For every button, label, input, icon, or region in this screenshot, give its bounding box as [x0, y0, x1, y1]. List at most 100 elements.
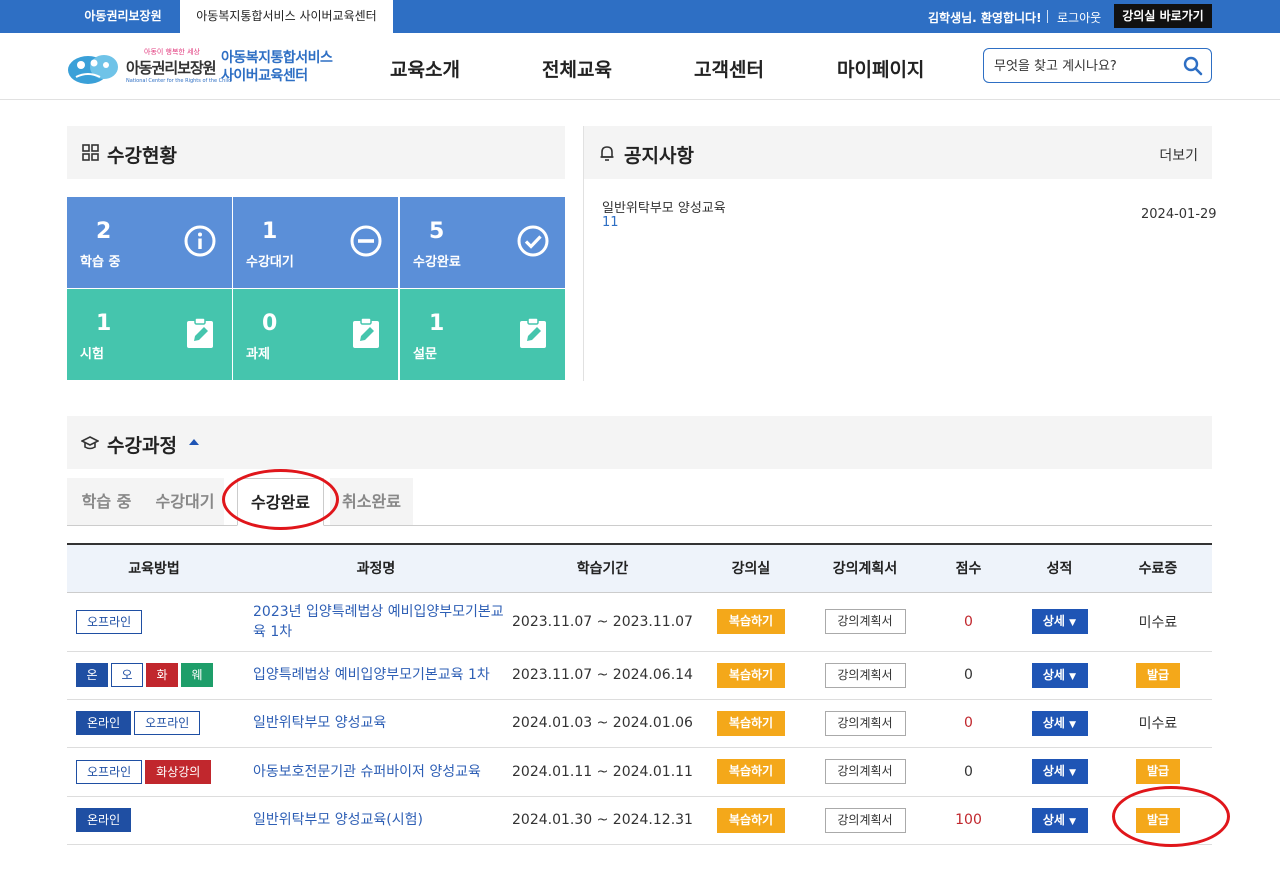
method-tag: 온 [76, 663, 108, 687]
status-title: 수강현황 [107, 145, 177, 167]
method-cell: 오프라인 화상강의 [67, 747, 241, 797]
chevron-down-icon: ▼ [1069, 671, 1077, 682]
plan-cell: 강의계획서 [808, 747, 922, 797]
tab-cancelled[interactable]: 취소완료 [330, 478, 413, 525]
status-tile-exam[interactable]: 1 시험 [67, 289, 232, 380]
issue-certificate-button[interactable]: 발급 [1136, 662, 1180, 688]
score: 0 [922, 592, 1015, 652]
nav-mypage[interactable]: 마이페이지 [837, 55, 924, 82]
course-name[interactable]: 2023년 입양특례법상 예비입양부모기본교육 1차 [241, 592, 511, 652]
syllabus-button[interactable]: 강의계획서 [824, 807, 906, 833]
notice-more-link[interactable]: 더보기 [1159, 145, 1198, 165]
collapse-caret-icon[interactable] [188, 437, 200, 447]
tile-count: 5 [429, 219, 445, 244]
column-header: 학습기간 [511, 543, 694, 593]
notice-item-title[interactable]: 일반위탁부모 양성교육 [602, 197, 726, 216]
site-logo[interactable]: 아동이 행복한 세상 아동권리보장원 National Center for t… [66, 47, 336, 87]
detail-dropdown-button[interactable]: 상세 ▼ [1031, 759, 1088, 784]
classroom-cell: 복습하기 [694, 592, 808, 652]
chevron-down-icon: ▼ [1069, 816, 1077, 827]
status-tile-learning[interactable]: 2 학습 중 [67, 197, 232, 288]
status-tile-waiting[interactable]: 1 수강대기 [233, 197, 398, 288]
column-header: 강의계획서 [808, 543, 922, 593]
detail-dropdown-button[interactable]: 상세 ▼ [1031, 609, 1088, 634]
greeting-text: 김학생님. 환영합니다! [928, 11, 1042, 25]
review-button[interactable]: 복습하기 [717, 807, 785, 833]
detail-dropdown-button[interactable]: 상세 ▼ [1031, 662, 1088, 688]
grade-cell: 상세 ▼ [1015, 796, 1104, 845]
score: 0 [922, 699, 1015, 748]
status-tile-survey[interactable]: 1 설문 [400, 289, 565, 380]
classroom-cell: 복습하기 [694, 699, 808, 748]
logout-link[interactable]: 로그아웃 [1057, 9, 1101, 26]
plan-cell: 강의계획서 [808, 651, 922, 700]
review-button[interactable]: 복습하기 [717, 609, 785, 634]
issue-certificate-button[interactable]: 발급 [1136, 759, 1180, 784]
notice-item-count: 11 [602, 215, 619, 230]
table-row: 오프라인 2023년 입양특례법상 예비입양부모기본교육 1차 2023.11.… [67, 592, 1212, 652]
logo-service-line2: 사이버교육센터 [221, 68, 308, 84]
nav-all-education[interactable]: 전체교육 [542, 55, 612, 82]
table-row: 오프라인 화상강의 아동보호전문기관 슈퍼바이저 양성교육 2024.01.11 … [67, 747, 1212, 797]
score: 0 [922, 651, 1015, 700]
tile-count: 0 [262, 311, 278, 336]
review-button[interactable]: 복습하기 [717, 662, 785, 688]
score: 100 [922, 796, 1015, 845]
course-name[interactable]: 일반위탁부모 양성교육 [241, 699, 511, 748]
status-panel-header: 수강현황 [67, 126, 565, 179]
status-tile-assignment[interactable]: 0 과제 [233, 289, 398, 380]
tile-count: 1 [429, 311, 445, 336]
syllabus-button[interactable]: 강의계획서 [824, 662, 906, 688]
logo-org-name: 아동권리보장원 [126, 59, 217, 77]
graduation-cap-icon [81, 436, 99, 450]
notice-title: 공지사항 [624, 145, 694, 167]
syllabus-button[interactable]: 강의계획서 [824, 759, 906, 784]
syllabus-button[interactable]: 강의계획서 [824, 710, 906, 736]
tile-count: 2 [96, 219, 112, 244]
tile-label: 수강대기 [246, 255, 294, 270]
review-button[interactable]: 복습하기 [717, 759, 785, 784]
clipboard-edit-icon [187, 317, 213, 348]
study-period: 2023.11.07 ~ 2023.11.07 [511, 592, 694, 652]
search-input[interactable] [994, 56, 1174, 76]
status-tile-completed[interactable]: 5 수강완료 [400, 197, 565, 288]
search-icon[interactable] [1183, 56, 1203, 76]
tab-learning[interactable]: 학습 중 [67, 478, 146, 525]
detail-dropdown-button[interactable]: 상세 ▼ [1031, 710, 1088, 736]
course-name[interactable]: 아동보호전문기관 슈퍼바이저 양성교육 [241, 747, 511, 797]
site-tab-cyber-center[interactable]: 아동복지통합서비스 사이버교육센터 [180, 0, 393, 33]
tile-label: 수강완료 [413, 255, 461, 270]
check-circle-icon [517, 225, 549, 257]
notice-item-date: 2024-01-29 [1141, 207, 1217, 222]
method-cell: 온오화웨 [67, 651, 241, 700]
certificate-cell: 미수료 [1104, 592, 1212, 652]
table-row: 온오화웨 입양특례법상 예비입양부모기본교육 1차 2023.11.07 ~ 2… [67, 651, 1212, 700]
divider [1047, 10, 1048, 23]
tab-waiting[interactable]: 수강대기 [146, 478, 224, 525]
tile-label: 시험 [80, 347, 104, 362]
course-name[interactable]: 입양특례법상 예비입양부모기본교육 1차 [241, 651, 511, 700]
minus-circle-icon [350, 225, 382, 257]
info-icon [184, 225, 216, 257]
syllabus-button[interactable]: 강의계획서 [824, 609, 906, 634]
classroom-cell: 복습하기 [694, 651, 808, 700]
logo-service-line1: 아동복지통합서비스 [221, 50, 333, 66]
course-name[interactable]: 일반위탁부모 양성교육(시험) [241, 796, 511, 845]
nav-customer-center[interactable]: 고객센터 [694, 55, 764, 82]
tile-label: 과제 [246, 347, 270, 362]
grade-cell: 상세 ▼ [1015, 592, 1104, 652]
go-classroom-button[interactable]: 강의실 바로가기 [1114, 4, 1212, 28]
detail-label: 상세 [1042, 614, 1065, 628]
certificate-status: 미수료 [1138, 716, 1178, 732]
search-box [983, 48, 1212, 83]
certificate-status: 미수료 [1138, 614, 1178, 631]
notice-panel-header: 공지사항 더보기 [584, 126, 1212, 179]
method-cell: 온라인 [67, 796, 241, 845]
review-button[interactable]: 복습하기 [717, 710, 785, 736]
classroom-cell: 복습하기 [694, 796, 808, 845]
certificate-cell: 미수료 [1104, 699, 1212, 748]
detail-dropdown-button[interactable]: 상세 ▼ [1031, 807, 1088, 833]
site-tab-ncrc[interactable]: 아동권리보장원 [66, 0, 180, 33]
nav-education-intro[interactable]: 교육소개 [390, 55, 460, 82]
method-cell: 온라인 오프라인 [67, 699, 241, 748]
